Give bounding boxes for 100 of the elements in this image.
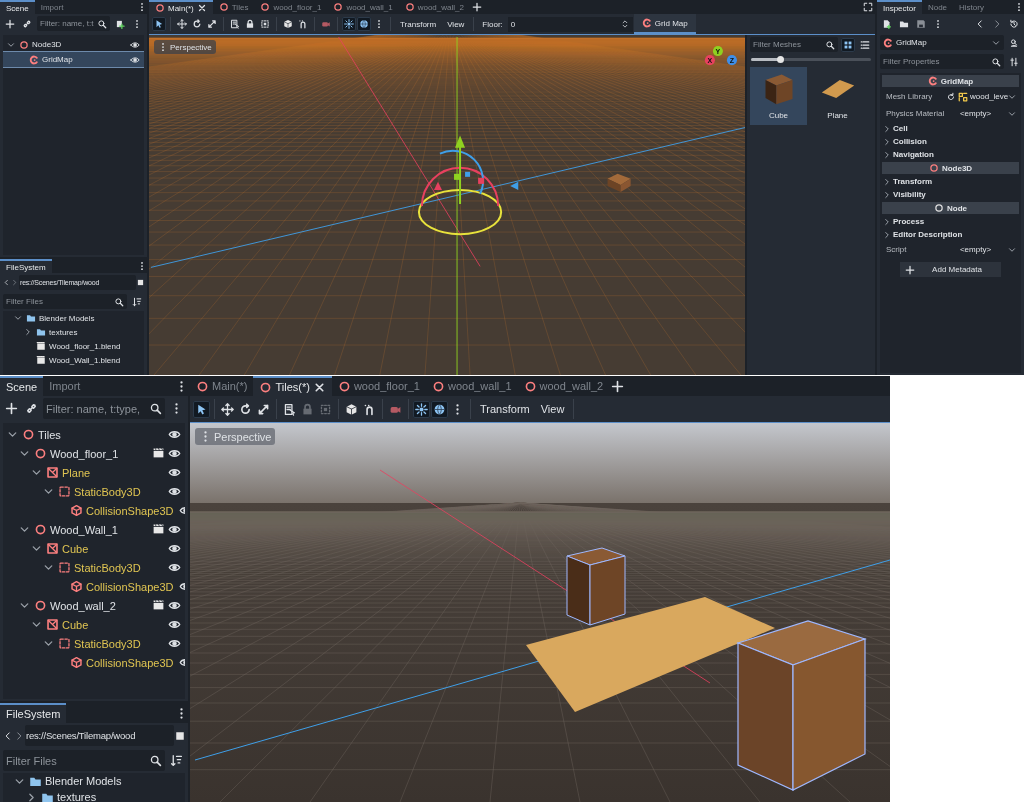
document-tab[interactable]: Main(*) bbox=[149, 0, 213, 14]
tree-row[interactable]: Wood_Wall_1 bbox=[3, 520, 185, 539]
tree-row[interactable]: Tiles bbox=[3, 425, 185, 444]
dock-tab[interactable]: History bbox=[953, 0, 990, 14]
dock-tab[interactable]: Import bbox=[43, 376, 87, 396]
filter-field[interactable]: Filter Files bbox=[3, 294, 127, 309]
property-group-toggle[interactable]: Transform bbox=[882, 175, 1019, 188]
scale-tool-button[interactable] bbox=[205, 17, 219, 31]
group-tool-button[interactable] bbox=[258, 17, 272, 31]
clapperboard-icon[interactable] bbox=[152, 446, 165, 459]
visibility-eye-icon[interactable] bbox=[168, 599, 181, 612]
file-name[interactable]: Blender Models bbox=[39, 313, 95, 323]
property-group-toggle[interactable]: Process bbox=[882, 215, 1019, 228]
tree-row[interactable]: Wood_floor_1 bbox=[3, 444, 185, 463]
visibility-eye-icon[interactable] bbox=[130, 54, 140, 65]
save-button[interactable] bbox=[914, 17, 928, 30]
tree-row[interactable]: Wood_wall_2 bbox=[3, 596, 185, 615]
collapse-caret-icon[interactable] bbox=[13, 313, 23, 323]
menu-button[interactable]: View bbox=[535, 396, 570, 422]
file-name[interactable]: textures bbox=[49, 327, 78, 337]
object-dropdown[interactable]: GridMap bbox=[880, 35, 1004, 50]
document-tab[interactable]: Tiles(*) bbox=[253, 376, 332, 396]
dock-tab[interactable]: Scene bbox=[0, 376, 44, 396]
document-tab[interactable]: wood_wall_2 bbox=[398, 0, 470, 14]
property-group-toggle[interactable]: Collision bbox=[882, 135, 1019, 148]
forward-button[interactable] bbox=[14, 730, 24, 741]
visibility-eye-icon[interactable] bbox=[168, 485, 181, 498]
sun-tool-button[interactable] bbox=[413, 400, 430, 418]
property-group-toggle[interactable]: Editor Description bbox=[882, 228, 1019, 241]
sort-button[interactable] bbox=[168, 753, 185, 768]
cube-tool-button[interactable] bbox=[281, 17, 295, 31]
document-tab[interactable]: Main(*) bbox=[190, 376, 254, 396]
grid-map-button[interactable]: Grid Map bbox=[633, 14, 696, 34]
property-group-toggle[interactable]: Cell bbox=[882, 122, 1019, 135]
visibility-eye-icon[interactable] bbox=[130, 39, 140, 50]
visibility-eye-icon[interactable] bbox=[168, 523, 181, 536]
clapperboard-icon[interactable] bbox=[152, 598, 165, 611]
file-name[interactable]: Wood_Wall_1.blend bbox=[49, 355, 121, 365]
tree-row[interactable]: StaticBody3D bbox=[3, 634, 185, 653]
expand-caret-icon[interactable] bbox=[23, 327, 33, 337]
document-tab[interactable]: Tiles bbox=[212, 0, 255, 14]
tree-row[interactable]: GridMap bbox=[3, 52, 144, 67]
tree-row[interactable]: CollisionShape3D bbox=[3, 501, 185, 520]
add-node-button[interactable] bbox=[3, 401, 20, 416]
list-select-tool-button[interactable] bbox=[228, 17, 242, 31]
visibility-eye-icon[interactable] bbox=[168, 637, 181, 650]
filter-field[interactable]: Filter: name, t:type, bbox=[43, 398, 165, 419]
sun-tool-button[interactable] bbox=[342, 17, 356, 31]
property-group-toggle[interactable]: Visibility bbox=[882, 188, 1019, 201]
document-tab[interactable]: wood_wall_1 bbox=[425, 376, 518, 396]
dock-tab[interactable]: Scene bbox=[0, 0, 35, 14]
globe-tool-button[interactable] bbox=[357, 17, 371, 31]
property-value-dropdown[interactable]: <empty> bbox=[944, 244, 1019, 255]
sort-button[interactable] bbox=[130, 295, 144, 308]
document-tab[interactable]: wood_floor_1 bbox=[331, 376, 426, 396]
tree-row[interactable]: CollisionShape3D bbox=[3, 577, 185, 596]
tree-row[interactable]: CollisionShape3D bbox=[3, 653, 185, 672]
tools-button[interactable] bbox=[1007, 55, 1021, 68]
back-button[interactable] bbox=[3, 279, 10, 286]
zoom-slider[interactable] bbox=[751, 58, 871, 61]
move-tool-button[interactable] bbox=[219, 400, 236, 418]
select-tool-button[interactable] bbox=[193, 400, 210, 418]
filter-field[interactable]: Filter Meshes bbox=[750, 37, 838, 52]
menu-button[interactable]: Transform bbox=[395, 14, 442, 34]
slider-thumb[interactable] bbox=[777, 56, 784, 63]
distraction-free-button[interactable] bbox=[861, 1, 875, 13]
file-name[interactable]: textures bbox=[57, 791, 97, 802]
visibility-eye-icon[interactable] bbox=[168, 618, 181, 631]
tree-row[interactable]: Plane bbox=[3, 463, 185, 482]
add-metadata-button[interactable]: Add Metadata bbox=[900, 262, 1001, 277]
property-value-dropdown[interactable]: wood_leve bbox=[944, 91, 1019, 102]
dock-tab[interactable]: FileSystem bbox=[0, 703, 67, 723]
visibility-eye-icon[interactable] bbox=[168, 466, 181, 479]
property-value-dropdown[interactable]: <empty> bbox=[944, 108, 1019, 119]
filter-field[interactable]: Filter: name, t:t bbox=[37, 16, 110, 31]
file-name[interactable]: Wood_floor_1.blend bbox=[49, 341, 121, 351]
dock-tab[interactable]: Node bbox=[921, 0, 954, 14]
close-icon[interactable] bbox=[196, 3, 207, 13]
document-tab[interactable]: wood_wall_2 bbox=[517, 376, 610, 396]
move-tool-button[interactable] bbox=[175, 17, 189, 31]
tree-row[interactable]: Cube bbox=[3, 615, 185, 634]
visibility-eye-icon[interactable] bbox=[168, 447, 181, 460]
split-view-button[interactable] bbox=[137, 279, 144, 286]
dock-tab[interactable]: Import bbox=[34, 0, 70, 14]
back-button[interactable] bbox=[3, 730, 13, 741]
tree-row[interactable]: Node3D bbox=[3, 37, 144, 52]
view-menu-button[interactable]: Perspective bbox=[154, 40, 216, 54]
visibility-eye-icon[interactable] bbox=[168, 542, 181, 555]
select-tool-button[interactable] bbox=[152, 17, 166, 31]
globe-tool-button[interactable] bbox=[431, 400, 448, 418]
tree-row[interactable]: StaticBody3D bbox=[3, 558, 185, 577]
filter-field[interactable]: Filter Files bbox=[3, 750, 165, 771]
split-view-button[interactable] bbox=[175, 730, 185, 741]
dock-tab[interactable]: Inspector bbox=[877, 0, 922, 14]
tree-row[interactable]: StaticBody3D bbox=[3, 482, 185, 501]
visibility-eye-icon[interactable] bbox=[168, 428, 181, 441]
file-name[interactable]: Blender Models bbox=[45, 775, 122, 787]
property-group-toggle[interactable]: Navigation bbox=[882, 148, 1019, 161]
history-button[interactable] bbox=[1007, 17, 1021, 30]
menu-button[interactable]: Transform bbox=[475, 396, 535, 422]
